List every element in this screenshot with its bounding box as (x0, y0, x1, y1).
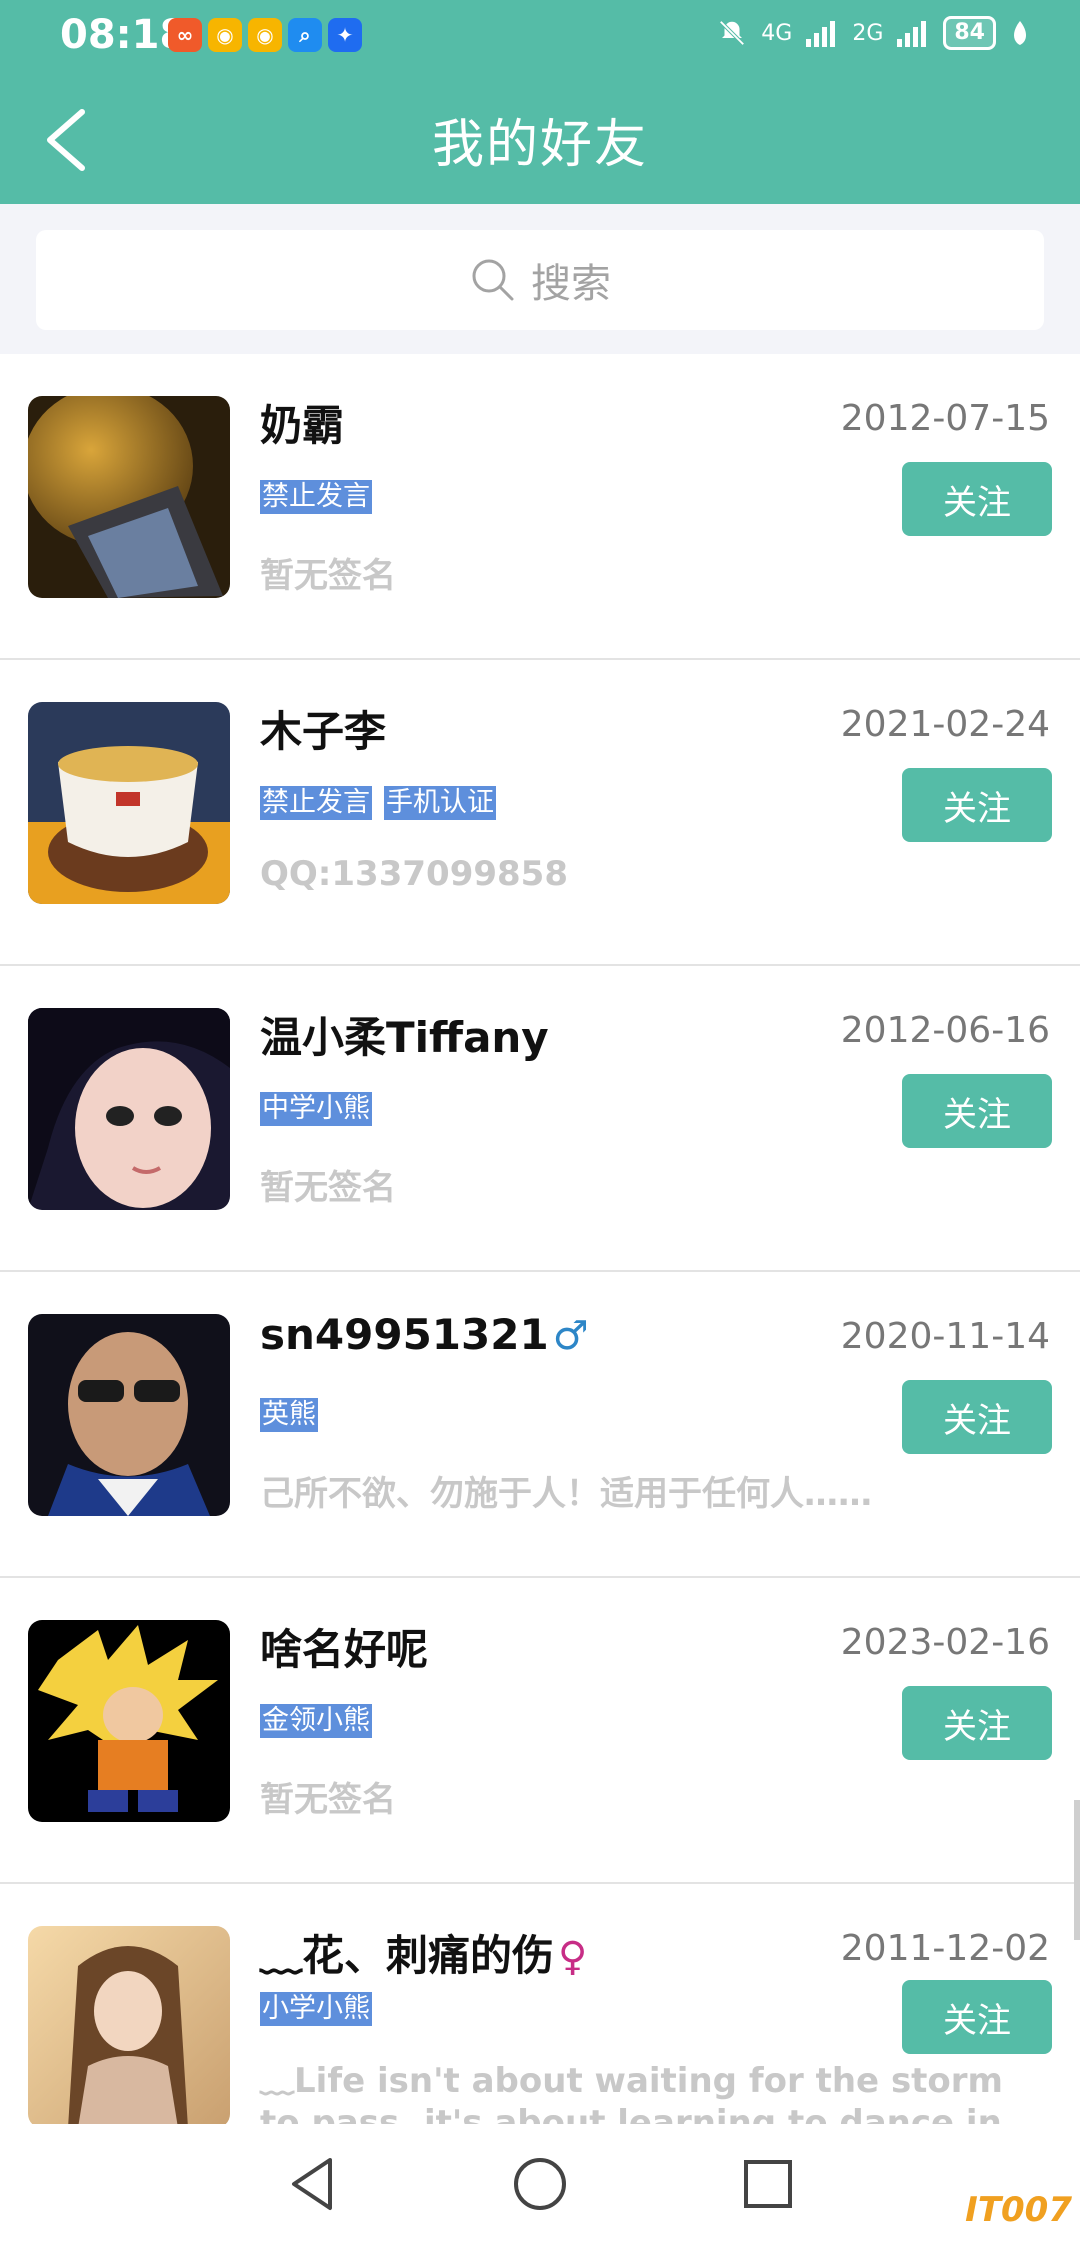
bulb-app-icon: ✦ (328, 18, 362, 52)
network-2g-label: 2G (852, 20, 884, 46)
list-item[interactable]: 木子李 2021-02-24 禁止发言 手机认证 QQ:1337099858 关… (0, 660, 1080, 966)
list-item[interactable]: 啥名好呢 2023-02-16 金领小熊 暂无签名 关注 (0, 1578, 1080, 1884)
avatar[interactable] (28, 1314, 230, 1516)
mute-bell-icon (719, 20, 745, 46)
tag-badge: 英熊 (260, 1398, 318, 1432)
friend-name: sn49951321 ♂ (260, 1310, 589, 1359)
nav-recents-icon[interactable] (738, 2154, 798, 2214)
friend-name-text: ﹏花、刺痛的伤 (260, 1931, 555, 1980)
tag-list: 小学小熊 (260, 1992, 372, 2026)
friend-name: 啥名好呢 (260, 1625, 429, 1674)
list-item[interactable]: sn49951321 ♂ 2020-11-14 英熊 己所不欲、勿施于人！适用于任… (0, 1272, 1080, 1578)
follow-button[interactable]: 关注 (902, 462, 1052, 536)
tag-badge: 禁止发言 (260, 786, 372, 820)
leaf-icon (1014, 21, 1026, 45)
system-nav-bar (0, 2124, 1080, 2244)
tag-badge: 小学小熊 (260, 1992, 372, 2026)
signature: QQ:1337099858 (260, 854, 568, 894)
tag-list: 禁止发言 (260, 480, 372, 514)
status-right: 4G 2G 84 (717, 16, 1030, 50)
page-title: 我的好友 (431, 115, 648, 175)
follow-button[interactable]: 关注 (902, 1380, 1052, 1454)
search-placeholder: 搜索 (531, 261, 611, 307)
tag-list: 禁止发言 手机认证 (260, 786, 496, 820)
join-date: 2012-06-16 (840, 1010, 1050, 1051)
join-date: 2020-11-14 (840, 1316, 1050, 1357)
friend-name: ﹏花、刺痛的伤 ♀ (260, 1922, 587, 1983)
tag-badge: 中学小熊 (260, 1092, 372, 1126)
follow-button[interactable]: 关注 (902, 768, 1052, 842)
tag-badge: 手机认证 (384, 786, 496, 820)
join-date: 2012-07-15 (840, 398, 1050, 439)
search-icon (472, 259, 514, 301)
friend-name: 温小柔Tiffany (260, 1013, 549, 1062)
tag-list: 英熊 (260, 1398, 318, 1432)
weibo-icon-2: ◉ (248, 18, 282, 52)
signature: 己所不欲、勿施于人！适用于任何人…… (260, 1474, 872, 1514)
join-date: 2011-12-02 (840, 1928, 1050, 1969)
weibo-icon-1: ◉ (208, 18, 242, 52)
network-4g-label: 4G (761, 20, 793, 46)
friend-name: 木子李 (260, 707, 387, 756)
nav-home-icon[interactable] (510, 2154, 570, 2214)
friend-name: 奶霸 (260, 401, 345, 450)
avatar[interactable] (28, 396, 230, 598)
female-icon: ♀ (558, 1934, 588, 1980)
avatar[interactable] (28, 1926, 230, 2128)
search-input[interactable]: 搜索 (36, 230, 1044, 330)
tag-list: 金领小熊 (260, 1704, 372, 1738)
watermark-logo: IT007 (965, 2190, 1072, 2230)
tag-list: 中学小熊 (260, 1092, 372, 1126)
status-app-icons: ∞ ◉ ◉ ⌕ ✦ (168, 18, 362, 52)
signal-icon-1 (806, 21, 836, 47)
list-item[interactable]: 温小柔Tiffany 2012-06-16 中学小熊 暂无签名 关注 (0, 966, 1080, 1272)
signature: 暂无签名 (260, 556, 396, 596)
status-bar: 08:18 ∞ ◉ ◉ ⌕ ✦ 4G 2G 84 (0, 0, 1080, 72)
tag-badge: 禁止发言 (260, 480, 372, 514)
avatar[interactable] (28, 1620, 230, 1822)
follow-button[interactable]: 关注 (902, 1686, 1052, 1760)
male-icon: ♂ (552, 1313, 589, 1359)
signature: 暂无签名 (260, 1780, 396, 1820)
tag-badge: 金领小熊 (260, 1704, 372, 1738)
avatar[interactable] (28, 1008, 230, 1210)
friend-list: 奶霸 2012-07-15 禁止发言 暂无签名 关注 木子李 2021-02-2… (0, 354, 1080, 2188)
battery-icon: 84 (943, 16, 996, 50)
app-header: 我的好友 (0, 72, 1080, 204)
nav-back-icon[interactable] (282, 2154, 342, 2214)
follow-button[interactable]: 关注 (902, 1980, 1052, 2054)
search-area: 搜索 (0, 204, 1080, 354)
app-icon-1: ∞ (168, 18, 202, 52)
join-date: 2021-02-24 (840, 704, 1050, 745)
join-date: 2023-02-16 (840, 1622, 1050, 1663)
search-app-icon: ⌕ (288, 18, 322, 52)
friend-name-text: sn49951321 (260, 1310, 549, 1359)
signature: 暂无签名 (260, 1168, 396, 1208)
avatar[interactable] (28, 702, 230, 904)
follow-button[interactable]: 关注 (902, 1074, 1052, 1148)
list-item[interactable]: 奶霸 2012-07-15 禁止发言 暂无签名 关注 (0, 354, 1080, 660)
scrollbar[interactable] (1074, 1800, 1080, 1940)
signal-icon-2 (897, 21, 927, 47)
